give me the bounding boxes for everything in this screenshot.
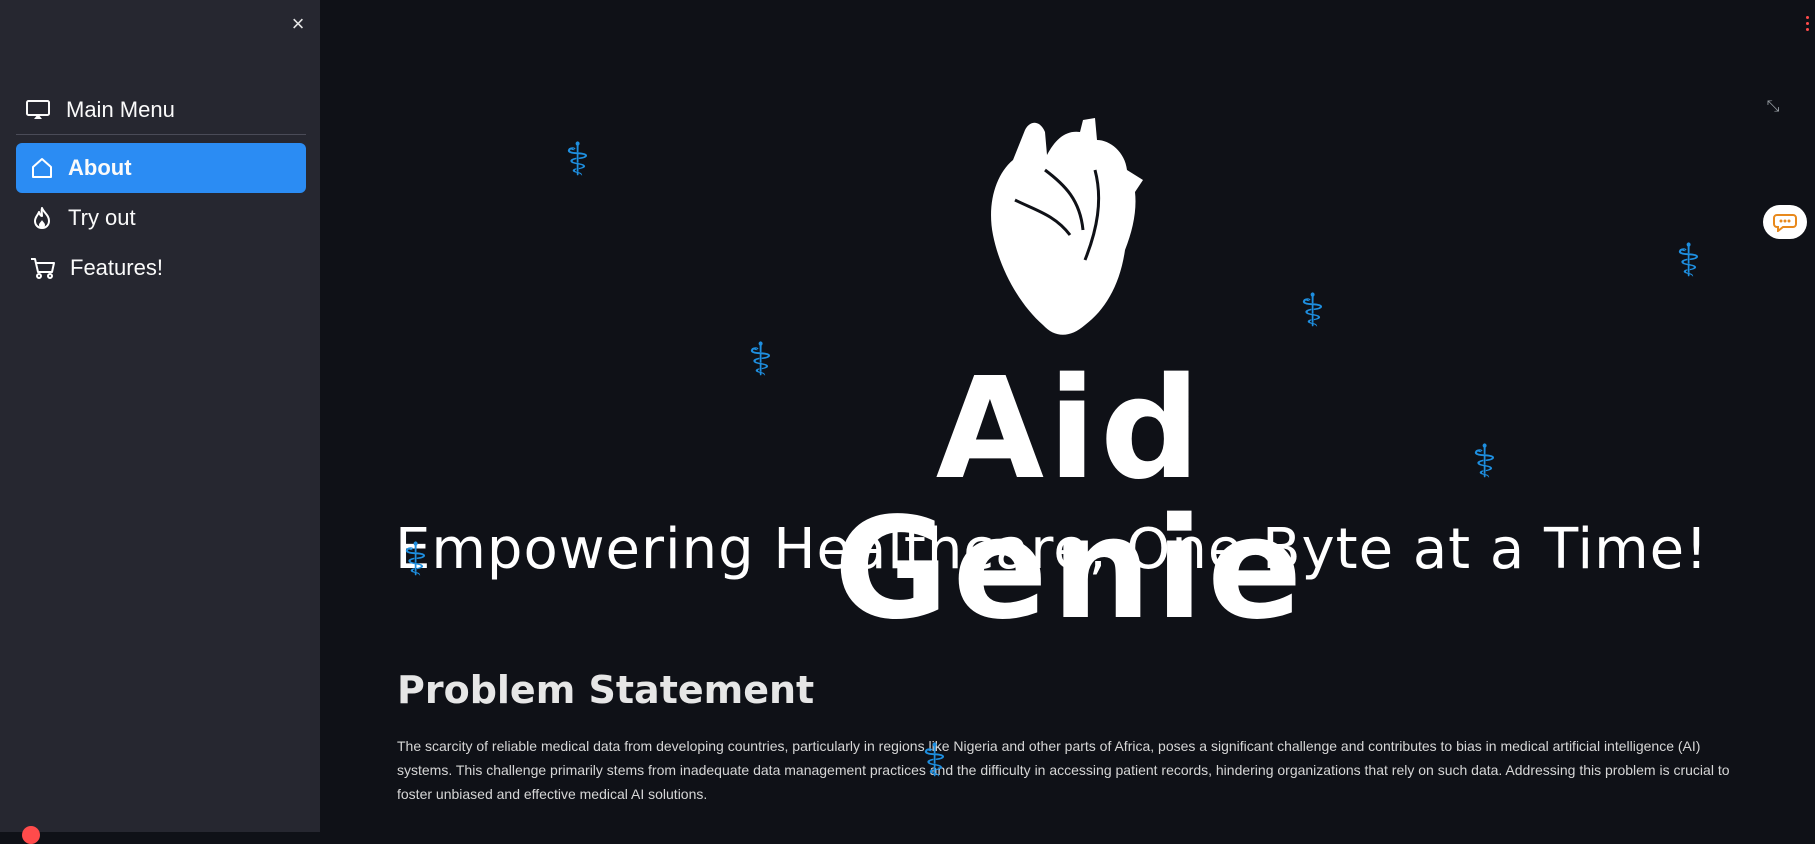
- caduceus-icon: ⚕: [1300, 283, 1325, 337]
- chat-icon[interactable]: [1763, 205, 1807, 239]
- problem-statement-body: The scarcity of reliable medical data fr…: [397, 738, 1730, 802]
- tagline: Empowering Healthcare, One Byte at a Tim…: [395, 517, 1709, 582]
- fire-icon: [34, 207, 50, 229]
- caduceus-icon: ⚕: [1472, 434, 1497, 488]
- app-menu-button[interactable]: [1806, 16, 1810, 32]
- menu-item-features[interactable]: Features!: [16, 243, 306, 293]
- close-sidebar-button[interactable]: ×: [286, 12, 310, 36]
- menu-item-about[interactable]: About: [16, 143, 306, 193]
- caduceus-icon: ⚕: [403, 532, 428, 586]
- menu-title: Main Menu: [16, 90, 306, 130]
- menu-item-try-out[interactable]: Try out: [16, 193, 306, 243]
- caduceus-icon: ⚕: [748, 332, 773, 386]
- caduceus-icon: ⚕: [1676, 233, 1701, 287]
- main-menu: Main Menu About Try out Features!: [16, 90, 306, 293]
- menu-item-label: Try out: [68, 205, 136, 230]
- problem-statement-heading: Problem Statement: [397, 668, 815, 712]
- cart-icon: [31, 258, 55, 279]
- status-dot: [22, 826, 40, 844]
- sidebar: × Main Menu About Try out Features!: [0, 0, 320, 832]
- caduceus-icon: ⚕: [565, 132, 590, 186]
- menu-divider: [16, 134, 306, 135]
- menu-item-label: About: [68, 155, 132, 180]
- caduceus-icon: ⚕: [922, 733, 947, 787]
- menu-title-label: Main Menu: [66, 97, 175, 122]
- brand-title: Aid Genie: [833, 348, 1307, 651]
- house-icon: [32, 158, 52, 178]
- menu-item-label: Features!: [70, 255, 163, 280]
- heart-logo: [991, 118, 1143, 335]
- monitor-icon: [26, 100, 50, 119]
- expand-icon[interactable]: ⤡: [1756, 92, 1790, 122]
